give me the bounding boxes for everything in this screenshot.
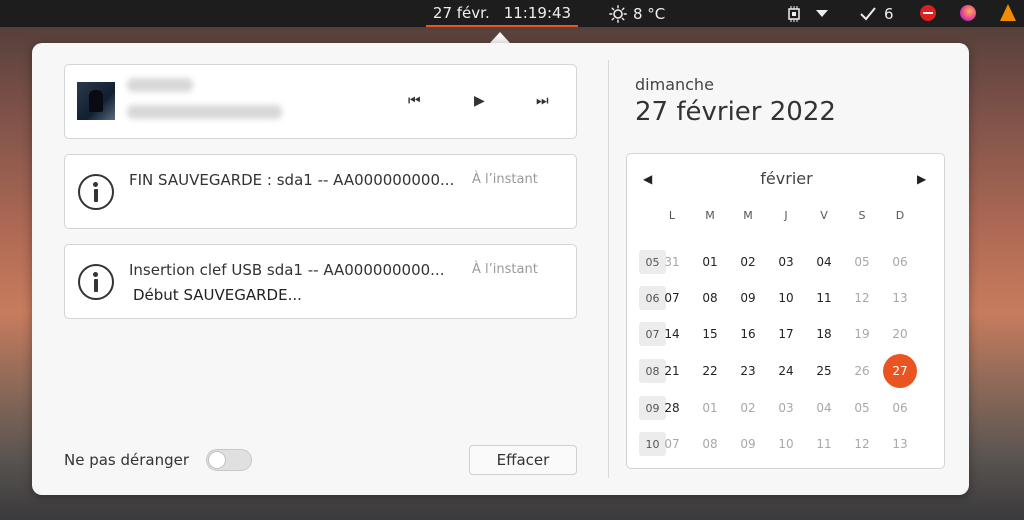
checkmark-icon xyxy=(860,6,876,20)
calendar-day[interactable]: 08 xyxy=(693,427,727,461)
calendar-day[interactable]: 31 xyxy=(655,245,689,279)
calendar-day[interactable]: 04 xyxy=(807,391,841,425)
update-count: 6 xyxy=(884,4,894,23)
temperature: 8 °C xyxy=(633,4,666,23)
previous-track-icon[interactable]: ⏮ xyxy=(408,93,421,109)
weekday-name: dimanche xyxy=(635,75,714,94)
calendar-day[interactable]: 09 xyxy=(731,427,765,461)
calendar-day[interactable]: 23 xyxy=(731,354,765,388)
calendar-day[interactable]: 07 xyxy=(655,281,689,315)
weekday-header: V xyxy=(820,209,828,222)
calendar-day[interactable]: 06 xyxy=(883,391,917,425)
track-title-blurred xyxy=(127,78,193,92)
weekday-header: M xyxy=(705,209,715,222)
weekday-header: M xyxy=(743,209,753,222)
calendar-day[interactable]: 24 xyxy=(769,354,803,388)
info-icon xyxy=(78,174,114,210)
calendar-day[interactable]: 13 xyxy=(883,281,917,315)
calendar-day[interactable]: 02 xyxy=(731,245,765,279)
calendar-day[interactable]: 06 xyxy=(883,245,917,279)
calendar-day[interactable]: 12 xyxy=(845,427,879,461)
calendar-day[interactable]: 19 xyxy=(845,317,879,351)
calendar-day[interactable]: 13 xyxy=(883,427,917,461)
chevron-down-icon xyxy=(816,10,828,17)
notification-title: FIN SAUVEGARDE : sda1 -- AA000000000... xyxy=(129,171,455,189)
vlc-cone-icon[interactable] xyxy=(1000,4,1016,21)
calendar-day[interactable]: 09 xyxy=(731,281,765,315)
clear-button[interactable]: Effacer xyxy=(469,445,577,475)
calendar-day[interactable]: 11 xyxy=(807,281,841,315)
calendar-day[interactable]: 12 xyxy=(845,281,879,315)
info-icon xyxy=(78,264,114,300)
weather-indicator[interactable]: 8 °C xyxy=(609,0,665,27)
calendar-day[interactable]: 02 xyxy=(731,391,765,425)
calendar-day[interactable]: 10 xyxy=(769,281,803,315)
calendar-day[interactable]: 28 xyxy=(655,391,689,425)
calendar-day[interactable]: 10 xyxy=(769,427,803,461)
datetime-menu[interactable]: 27 févr. 11:19:43 xyxy=(426,0,578,27)
notification-card[interactable]: FIN SAUVEGARDE : sda1 -- AA000000000... … xyxy=(64,154,577,229)
calendar-day[interactable]: 11 xyxy=(807,427,841,461)
track-artist-blurred xyxy=(127,105,282,119)
calendar-day[interactable]: 01 xyxy=(693,245,727,279)
calendar-day[interactable]: 05 xyxy=(845,245,879,279)
calendar-day[interactable]: 05 xyxy=(845,391,879,425)
calendar-day[interactable]: 07 xyxy=(655,427,689,461)
notification-time: À l’instant xyxy=(472,262,538,277)
panel-divider xyxy=(608,60,609,478)
media-player-card[interactable]: ⏮ ▶ ⏭ xyxy=(64,64,577,139)
calendar-day[interactable]: 03 xyxy=(769,391,803,425)
calendar-day[interactable]: 26 xyxy=(845,354,879,388)
chip-icon xyxy=(788,6,800,22)
calendar-day[interactable]: 18 xyxy=(807,317,841,351)
topbar-time: 11:19:43 xyxy=(503,3,572,22)
calendar-day[interactable]: 08 xyxy=(693,281,727,315)
system-monitor-indicator[interactable] xyxy=(786,4,830,24)
firefox-icon[interactable] xyxy=(960,5,976,21)
notification-title: Insertion clef USB sda1 -- AA000000000..… xyxy=(129,261,445,279)
calendar-day[interactable]: 21 xyxy=(655,354,689,388)
do-not-disturb-toggle[interactable] xyxy=(206,449,252,471)
next-track-icon[interactable]: ⏭ xyxy=(536,93,549,109)
next-month-icon[interactable]: ▶ xyxy=(917,169,926,189)
topbar-date: 27 févr. xyxy=(432,3,490,22)
weekday-header: S xyxy=(858,209,866,222)
calendar-day-today[interactable]: 27 xyxy=(883,354,917,388)
play-icon[interactable]: ▶ xyxy=(474,93,485,109)
weekday-header: J xyxy=(784,209,788,222)
weekday-header: L xyxy=(668,209,676,222)
toggle-knob xyxy=(208,451,226,469)
calendar-day[interactable]: 03 xyxy=(769,245,803,279)
top-bar: 27 févr. 11:19:43 8 °C 6 xyxy=(0,0,1024,27)
calendar-day[interactable]: 16 xyxy=(731,317,765,351)
notification-time: À l’instant xyxy=(472,172,538,187)
album-art xyxy=(77,82,115,120)
sun-icon xyxy=(609,4,627,23)
month-label: février xyxy=(760,169,813,188)
do-not-disturb-label: Ne pas déranger xyxy=(64,451,190,469)
calendar-day[interactable]: 25 xyxy=(807,354,841,388)
weekday-header: D xyxy=(895,209,905,222)
notification-card[interactable]: Insertion clef USB sda1 -- AA000000000..… xyxy=(64,244,577,319)
calendar-day[interactable]: 14 xyxy=(655,317,689,351)
calendar: ◀ février ▶ L M M J V S D 05 31 01 02 03 04 05 06 06 07 0… xyxy=(626,153,945,469)
notification-body: Début SAUVEGARDE... xyxy=(133,286,302,304)
notification-calendar-popup: ⏮ ▶ ⏭ FIN SAUVEGARDE : sda1 -- AA0000000… xyxy=(32,43,969,495)
calendar-day[interactable]: 20 xyxy=(883,317,917,351)
updates-indicator[interactable]: 6 xyxy=(860,0,894,27)
full-date: 27 février 2022 xyxy=(635,97,836,127)
calendar-day[interactable]: 15 xyxy=(693,317,727,351)
calendar-day[interactable]: 17 xyxy=(769,317,803,351)
do-not-enter-icon[interactable] xyxy=(920,5,936,21)
calendar-day[interactable]: 01 xyxy=(693,391,727,425)
calendar-day[interactable]: 04 xyxy=(807,245,841,279)
calendar-day[interactable]: 22 xyxy=(693,354,727,388)
